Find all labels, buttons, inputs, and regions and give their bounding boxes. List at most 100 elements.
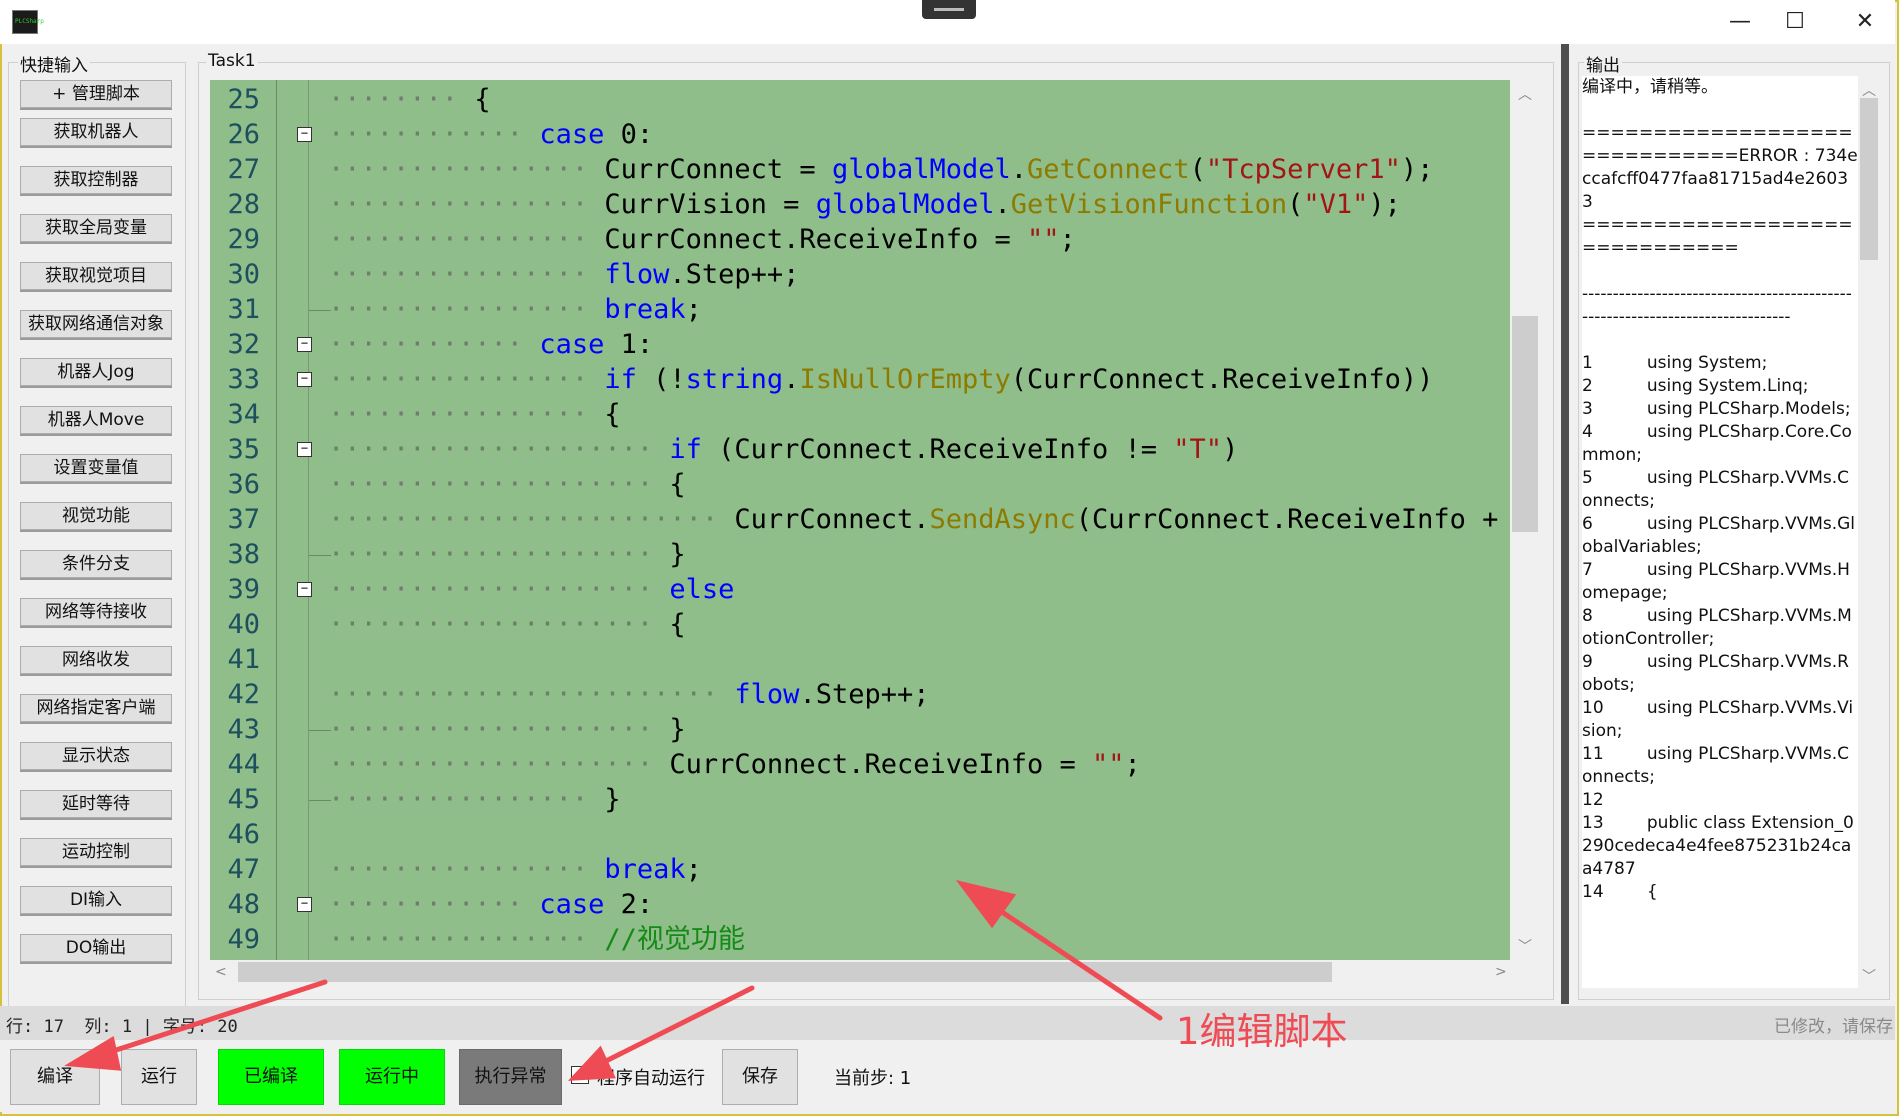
code-text: ················ } [328,782,621,817]
fold-collapse-icon[interactable]: − [297,442,312,457]
editor-title: Task1 [206,51,258,71]
indent-dots: ················ [328,854,589,885]
indent-dots: ···················· [328,574,654,605]
quick-input-button[interactable]: + 管理脚本 [20,80,172,108]
code-line[interactable]: 46 [210,817,1510,852]
quick-input-button[interactable]: 设置变量值 [20,454,172,482]
indent-dots: ···················· [328,714,654,745]
save-button[interactable]: 保存 [722,1049,798,1105]
quick-input-button[interactable]: 获取控制器 [20,166,172,194]
output-scroll-up-icon[interactable]: ︿ [1862,80,1876,100]
code-line[interactable]: 48 ············ case 2: [210,887,1510,922]
code-token: { [474,84,491,115]
indent-dots: ············ [328,329,524,360]
fold-collapse-icon[interactable]: − [297,127,312,142]
code-line[interactable]: 33 ················ if (!string.IsNullOrE… [210,362,1510,397]
code-text: ············ case 0: [328,117,653,152]
run-button[interactable]: 运行 [121,1049,197,1105]
code-token: if [604,364,637,395]
code-text: ···················· } [328,537,686,572]
scroll-up-arrow-icon[interactable]: ︿ [1518,84,1532,104]
output-line: ----------------------------------------… [1582,284,1852,327]
output-line: 1 using System; [1582,353,1768,373]
code-line[interactable]: 28 ················ CurrVision = globalMo… [210,187,1510,222]
quick-input-button[interactable]: 机器人Move [20,406,172,434]
code-token: CurrConnect.ReceiveInfo = [604,224,1027,255]
code-line[interactable]: 47 ················ break; [210,852,1510,887]
quick-input-button[interactable]: 运动控制 [20,838,172,866]
quick-input-button[interactable]: 网络收发 [20,646,172,674]
code-line[interactable]: 32 ············ case 1: [210,327,1510,362]
code-line[interactable]: 43 ···················· } [210,712,1510,747]
code-text: ················ flow.Step++; [328,257,799,292]
code-line[interactable]: 38 ···················· } [210,537,1510,572]
output-line: 6 using PLCSharp.VVMs.GlobalVariables; [1582,514,1856,557]
fold-collapse-icon[interactable]: − [297,897,312,912]
fold-collapse-icon[interactable]: − [297,337,312,352]
line-number: 49 [227,924,260,955]
code-line[interactable]: 40 ···················· { [210,607,1510,642]
output-scroll-down-icon[interactable]: ﹀ [1862,966,1876,986]
quick-input-button[interactable]: 获取视觉项目 [20,262,172,290]
scroll-down-arrow-icon[interactable]: ﹀ [1518,936,1532,956]
auto-run-checkbox[interactable]: ✓ [571,1066,589,1084]
scroll-right-arrow-icon[interactable]: > [1495,964,1507,980]
editor-horizontal-scroll-thumb[interactable] [238,962,1332,982]
window-grip-handle[interactable] [922,0,976,19]
scroll-left-arrow-icon[interactable]: < [215,964,227,980]
code-text: ················ break; [328,292,702,327]
code-text: ················ CurrVision = globalMode… [328,187,1401,222]
close-button[interactable]: ✕ [1830,4,1899,40]
code-line[interactable]: 31 ················ break; [210,292,1510,327]
quick-input-button[interactable]: 网络等待接收 [20,598,172,626]
code-token: case [539,119,605,150]
quick-input-button[interactable]: 视觉功能 [20,502,172,530]
compile-button[interactable]: 编译 [10,1049,100,1105]
fold-collapse-icon[interactable]: − [297,372,312,387]
code-line[interactable]: 26 ············ case 0: [210,117,1510,152]
compiled-status-indicator: 已编译 [218,1049,324,1105]
code-line[interactable]: 37 ························ CurrConnect.S… [210,502,1510,537]
code-line[interactable]: 29 ················ CurrConnect.ReceiveIn… [210,222,1510,257]
quick-input-button[interactable]: DO输出 [20,934,172,962]
line-number: 42 [227,679,260,710]
code-editor[interactable]: 25 ········ {26 ············ case 0: −27 ···… [210,80,1510,960]
code-text: ···················· { [328,467,686,502]
code-line[interactable]: 49 ················ //视觉功能 [210,922,1510,957]
quick-input-button[interactable]: 网络指定客户端 [20,694,172,722]
code-token: 0: [604,119,654,150]
editor-vertical-scroll-thumb[interactable] [1512,316,1538,532]
code-token: (CurrConnect.ReceiveInfo + [1075,504,1499,535]
indent-dots: ················ [328,154,589,185]
maximize-button[interactable]: ☐ [1760,4,1830,40]
fold-collapse-icon[interactable]: − [297,582,312,597]
code-line[interactable]: 44 ···················· CurrConnect.Recei… [210,747,1510,782]
code-token: . [783,364,800,395]
code-line[interactable]: 42 ························ flow.Step++; [210,677,1510,712]
code-line[interactable]: 45 ················ } [210,782,1510,817]
quick-input-button[interactable]: 显示状态 [20,742,172,770]
auto-run-label[interactable]: 程序自动运行 [597,1064,705,1090]
quick-input-button[interactable]: 延时等待 [20,790,172,818]
code-token: 2: [604,889,654,920]
quick-input-button[interactable]: 获取机器人 [20,118,172,146]
line-number: 41 [227,644,260,675]
code-line[interactable]: 41 [210,642,1510,677]
output-log[interactable]: 编译中，请稍等。 ==============================ER… [1582,76,1858,988]
code-line[interactable]: 39 ···················· else [210,572,1510,607]
quick-input-button[interactable]: 机器人Jog [20,358,172,386]
code-line[interactable]: 35 ···················· if (CurrConnect.R… [210,432,1510,467]
indent-dots: ························ [328,679,719,710]
panel-splitter[interactable] [1561,44,1569,1004]
indent-dots: ················ [328,189,589,220]
quick-input-button[interactable]: 条件分支 [20,550,172,578]
quick-input-button[interactable]: DI输入 [20,886,172,914]
code-line[interactable]: 25 ········ { [210,82,1510,117]
code-line[interactable]: 36 ···················· { [210,467,1510,502]
code-line[interactable]: 30 ················ flow.Step++; [210,257,1510,292]
code-line[interactable]: 34 ················ { [210,397,1510,432]
output-scroll-thumb[interactable] [1860,98,1878,260]
code-line[interactable]: 27 ················ CurrConnect = globalM… [210,152,1510,187]
quick-input-button[interactable]: 获取全局变量 [20,214,172,242]
quick-input-button[interactable]: 获取网络通信对象 [20,310,172,338]
